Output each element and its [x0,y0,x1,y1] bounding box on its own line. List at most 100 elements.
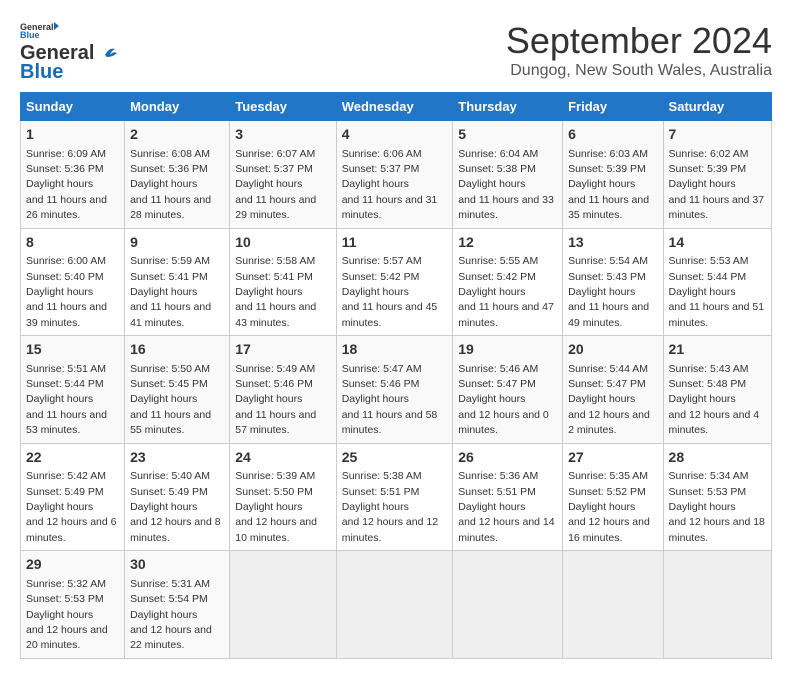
day-number: 9 [130,233,224,253]
calendar-week-row: 22Sunrise: 5:42 AMSunset: 5:49 PMDayligh… [21,443,772,551]
calendar-cell: 28Sunrise: 5:34 AMSunset: 5:53 PMDayligh… [663,443,771,551]
day-number: 29 [26,555,119,575]
day-number: 7 [669,125,766,145]
day-info: Sunrise: 5:36 AMSunset: 5:51 PMDaylight … [458,470,554,544]
day-number: 27 [568,448,657,468]
column-header-wednesday: Wednesday [336,93,453,121]
calendar-cell: 5 Sunrise: 6:04 AMSunset: 5:38 PMDaylight… [453,121,563,229]
calendar-cell [563,551,663,659]
calendar-table: SundayMondayTuesdayWednesdayThursdayFrid… [20,92,772,659]
column-header-saturday: Saturday [663,93,771,121]
day-info: Sunrise: 6:07 AMSunset: 5:37 PMDaylight … [235,148,316,222]
day-info: Sunrise: 6:04 AMSunset: 5:38 PMDaylight … [458,148,554,222]
logo-icon: General Blue [20,20,60,40]
calendar-subtitle: Dungog, New South Wales, Australia [506,62,772,80]
calendar-cell: 19 Sunrise: 5:46 AMSunset: 5:47 PMDayligh… [453,336,563,444]
day-number: 30 [130,555,224,575]
calendar-week-row: 1 Sunrise: 6:09 AMSunset: 5:36 PMDaylight… [21,121,772,229]
calendar-week-row: 8Sunrise: 6:00 AMSunset: 5:40 PMDaylight… [21,228,772,336]
calendar-cell: 6 Sunrise: 6:03 AMSunset: 5:39 PMDaylight… [563,121,663,229]
calendar-week-row: 15 Sunrise: 5:51 AMSunset: 5:44 PMDayligh… [21,336,772,444]
day-info: Sunrise: 6:06 AMSunset: 5:37 PMDaylight … [342,148,438,222]
page-header: General Blue General Blue September 2024… [20,20,772,84]
day-number: 24 [235,448,330,468]
day-info: Sunrise: 6:02 AMSunset: 5:39 PMDaylight … [669,148,765,222]
calendar-cell: 2 Sunrise: 6:08 AMSunset: 5:36 PMDaylight… [125,121,230,229]
day-info: Sunrise: 5:44 AMSunset: 5:47 PMDaylight … [568,363,650,437]
calendar-cell: 29 Sunrise: 5:32 AMSunset: 5:53 PMDayligh… [21,551,125,659]
column-header-tuesday: Tuesday [230,93,336,121]
logo-bird-icon [95,43,117,65]
title-block: September 2024 Dungog, New South Wales, … [506,20,772,80]
calendar-cell [663,551,771,659]
calendar-cell [453,551,563,659]
day-number: 25 [342,448,448,468]
column-header-monday: Monday [125,93,230,121]
calendar-cell: 10Sunrise: 5:58 AMSunset: 5:41 PMDayligh… [230,228,336,336]
calendar-cell: 3 Sunrise: 6:07 AMSunset: 5:37 PMDaylight… [230,121,336,229]
calendar-cell: 16 Sunrise: 5:50 AMSunset: 5:45 PMDayligh… [125,336,230,444]
day-number: 20 [568,340,657,360]
calendar-cell: 25Sunrise: 5:38 AMSunset: 5:51 PMDayligh… [336,443,453,551]
day-number: 1 [26,125,119,145]
day-info: Sunrise: 5:50 AMSunset: 5:45 PMDaylight … [130,363,211,437]
day-number: 2 [130,125,224,145]
column-header-sunday: Sunday [21,93,125,121]
calendar-week-row: 29 Sunrise: 5:32 AMSunset: 5:53 PMDayligh… [21,551,772,659]
day-info: Sunrise: 5:58 AMSunset: 5:41 PMDaylight … [235,255,316,329]
calendar-cell: 13Sunrise: 5:54 AMSunset: 5:43 PMDayligh… [563,228,663,336]
day-info: Sunrise: 5:46 AMSunset: 5:47 PMDaylight … [458,363,549,437]
calendar-cell: 12Sunrise: 5:55 AMSunset: 5:42 PMDayligh… [453,228,563,336]
day-info: Sunrise: 5:35 AMSunset: 5:52 PMDaylight … [568,470,650,544]
day-info: Sunrise: 5:42 AMSunset: 5:49 PMDaylight … [26,470,117,544]
calendar-cell: 1 Sunrise: 6:09 AMSunset: 5:36 PMDaylight… [21,121,125,229]
day-info: Sunrise: 5:51 AMSunset: 5:44 PMDaylight … [26,363,107,437]
day-info: Sunrise: 5:59 AMSunset: 5:41 PMDaylight … [130,255,211,329]
day-number: 15 [26,340,119,360]
day-number: 6 [568,125,657,145]
day-number: 23 [130,448,224,468]
day-number: 17 [235,340,330,360]
day-info: Sunrise: 5:55 AMSunset: 5:42 PMDaylight … [458,255,554,329]
day-info: Sunrise: 5:32 AMSunset: 5:53 PMDaylight … [26,578,108,652]
calendar-cell: 7 Sunrise: 6:02 AMSunset: 5:39 PMDaylight… [663,121,771,229]
day-number: 5 [458,125,557,145]
day-number: 11 [342,233,448,253]
calendar-cell: 11Sunrise: 5:57 AMSunset: 5:42 PMDayligh… [336,228,453,336]
day-info: Sunrise: 6:03 AMSunset: 5:39 PMDaylight … [568,148,649,222]
calendar-cell: 14Sunrise: 5:53 AMSunset: 5:44 PMDayligh… [663,228,771,336]
day-number: 19 [458,340,557,360]
calendar-cell: 24Sunrise: 5:39 AMSunset: 5:50 PMDayligh… [230,443,336,551]
logo: General Blue General Blue [20,20,118,84]
calendar-cell: 18 Sunrise: 5:47 AMSunset: 5:46 PMDayligh… [336,336,453,444]
column-header-thursday: Thursday [453,93,563,121]
day-info: Sunrise: 5:34 AMSunset: 5:53 PMDaylight … [669,470,765,544]
day-info: Sunrise: 6:08 AMSunset: 5:36 PMDaylight … [130,148,211,222]
day-number: 16 [130,340,224,360]
day-info: Sunrise: 5:47 AMSunset: 5:46 PMDaylight … [342,363,438,437]
day-info: Sunrise: 5:43 AMSunset: 5:48 PMDaylight … [669,363,760,437]
day-info: Sunrise: 5:53 AMSunset: 5:44 PMDaylight … [669,255,765,329]
logo-blue: Blue [20,61,63,84]
calendar-cell: 9Sunrise: 5:59 AMSunset: 5:41 PMDaylight… [125,228,230,336]
calendar-cell: 20 Sunrise: 5:44 AMSunset: 5:47 PMDayligh… [563,336,663,444]
header-row: SundayMondayTuesdayWednesdayThursdayFrid… [21,93,772,121]
svg-text:Blue: Blue [20,30,40,40]
calendar-cell: 15 Sunrise: 5:51 AMSunset: 5:44 PMDayligh… [21,336,125,444]
calendar-cell: 22Sunrise: 5:42 AMSunset: 5:49 PMDayligh… [21,443,125,551]
day-info: Sunrise: 5:54 AMSunset: 5:43 PMDaylight … [568,255,649,329]
calendar-cell: 23Sunrise: 5:40 AMSunset: 5:49 PMDayligh… [125,443,230,551]
calendar-cell [336,551,453,659]
column-header-friday: Friday [563,93,663,121]
day-info: Sunrise: 6:00 AMSunset: 5:40 PMDaylight … [26,255,107,329]
calendar-cell: 21Sunrise: 5:43 AMSunset: 5:48 PMDayligh… [663,336,771,444]
day-number: 3 [235,125,330,145]
day-number: 18 [342,340,448,360]
day-number: 28 [669,448,766,468]
calendar-cell: 17 Sunrise: 5:49 AMSunset: 5:46 PMDayligh… [230,336,336,444]
day-info: Sunrise: 5:49 AMSunset: 5:46 PMDaylight … [235,363,316,437]
day-info: Sunrise: 6:09 AMSunset: 5:36 PMDaylight … [26,148,107,222]
calendar-cell: 4Sunrise: 6:06 AMSunset: 5:37 PMDaylight… [336,121,453,229]
calendar-cell: 8Sunrise: 6:00 AMSunset: 5:40 PMDaylight… [21,228,125,336]
day-number: 8 [26,233,119,253]
